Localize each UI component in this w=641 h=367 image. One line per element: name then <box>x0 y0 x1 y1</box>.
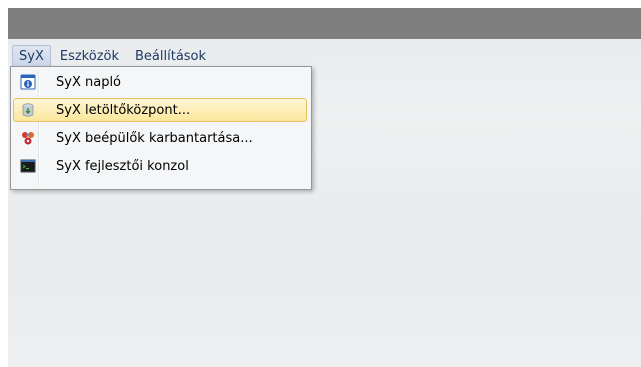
menu-item-syx-naplo[interactable]: SyX napló <box>13 70 307 94</box>
menu-item-syx-beepulok[interactable]: SyX beépülők karbantartása... <box>13 126 307 150</box>
download-center-icon <box>20 102 36 118</box>
log-icon <box>20 74 36 90</box>
menu-item-syx-fejlesztoi-konzol[interactable]: SyX fejlesztői konzol <box>13 154 307 178</box>
console-icon <box>20 158 36 174</box>
menu-item-label: SyX fejlesztői konzol <box>56 158 189 174</box>
plugins-icon <box>20 130 36 146</box>
menu-item-label: SyX letöltőközpont... <box>56 102 191 118</box>
menu-beallitasok[interactable]: Beállítások <box>128 45 213 68</box>
menu-item-syx-letoltokozpont[interactable]: SyX letöltőközpont... <box>13 98 307 122</box>
title-bar[interactable] <box>8 8 641 39</box>
menu-item-label: SyX beépülők karbantartása... <box>56 130 253 146</box>
menu-eszkozok[interactable]: Eszközök <box>53 45 126 68</box>
menu-syx[interactable]: SyX <box>12 44 51 68</box>
syx-dropdown-menu: SyX napló SyX letöltőközpont... SyX beép… <box>10 66 312 190</box>
menu-item-label: SyX napló <box>56 74 122 90</box>
